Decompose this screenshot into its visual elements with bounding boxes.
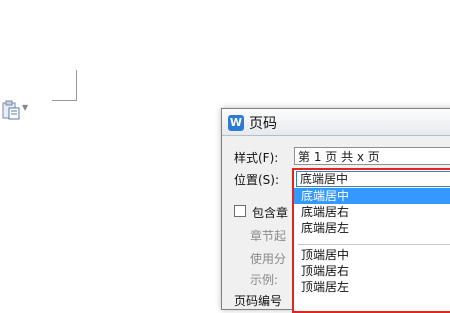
wps-writer-icon: W <box>228 115 244 131</box>
position-value[interactable]: 底端居中 <box>296 171 450 187</box>
position-option-bottom-center[interactable]: 底端居中 <box>294 188 450 204</box>
style-label: 样式(F): <box>234 151 279 165</box>
position-option-top-left[interactable]: 顶端居左 <box>294 279 450 295</box>
include-chapter-checkbox[interactable] <box>234 205 246 217</box>
chevron-down-icon[interactable]: ▼ <box>22 103 28 112</box>
page-number-section-label: 页码编号 <box>234 294 283 308</box>
position-option-top-right[interactable]: 顶端居右 <box>294 263 450 279</box>
chapter-start-label: 章节起 <box>250 229 287 243</box>
style-select[interactable]: 第 1 页 共 x 页 <box>294 147 450 165</box>
dropdown-separator <box>298 244 450 245</box>
page-number-dialog: W 页码 样式(F): 第 1 页 共 x 页 位置(S): 底端居中 底端居中… <box>221 108 450 313</box>
position-combobox[interactable]: 底端居中 <box>292 168 450 188</box>
dialog-titlebar[interactable]: W 页码 <box>222 109 450 136</box>
position-option-bottom-right[interactable]: 底端居右 <box>294 204 450 220</box>
position-dropdown-list: 底端居中 底端居右 底端居左 顶端居中 顶端居右 顶端居左 <box>292 188 450 313</box>
page-corner-mark <box>52 70 77 101</box>
position-option-top-center[interactable]: 顶端居中 <box>294 247 450 263</box>
use-separator-label: 使用分 <box>250 252 287 266</box>
position-label: 位置(S): <box>234 173 280 187</box>
position-option-bottom-left[interactable]: 底端居左 <box>294 220 450 236</box>
include-chapter-label: 包含章 <box>252 206 289 220</box>
example-label: 示例: <box>250 273 279 287</box>
paste-icon[interactable] <box>2 100 20 120</box>
dialog-title: 页码 <box>249 116 277 132</box>
